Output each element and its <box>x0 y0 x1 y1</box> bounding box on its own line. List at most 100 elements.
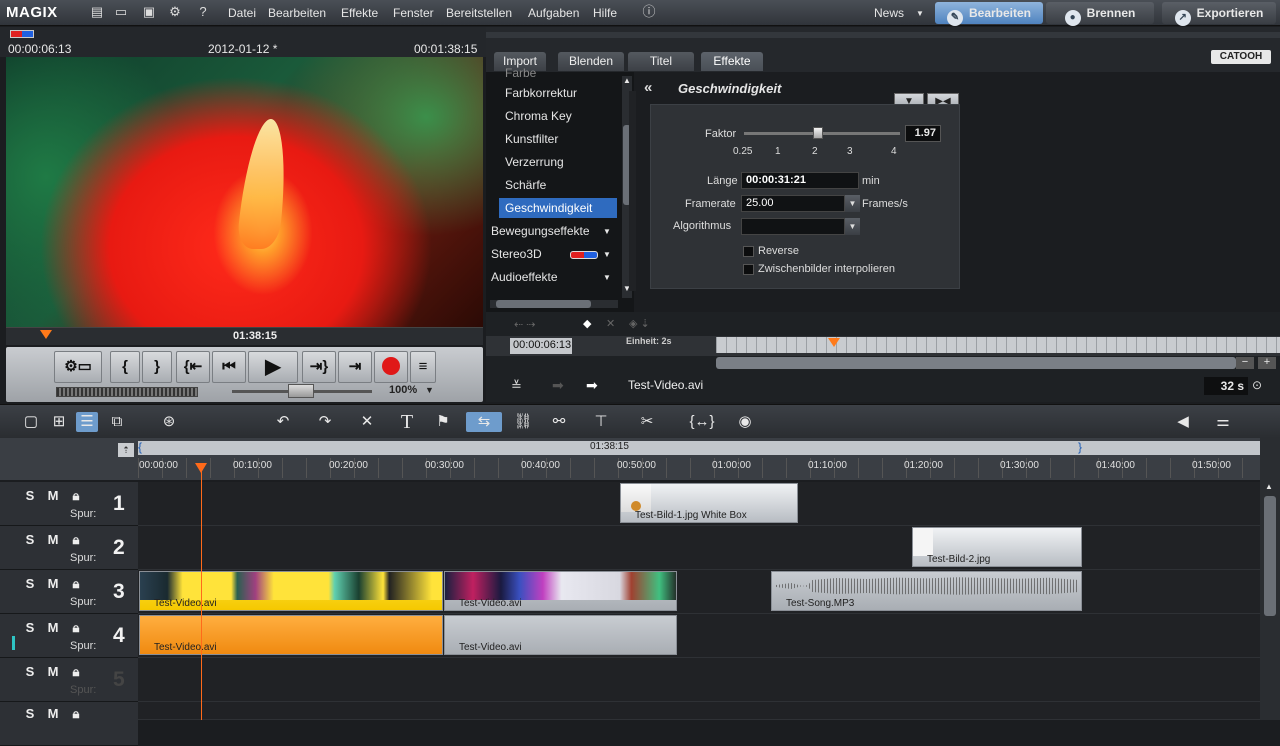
menu-bearbeiten[interactable]: Bearbeiten <box>268 6 326 20</box>
solo-button[interactable]: S <box>22 620 38 635</box>
zoom-dropdown-icon[interactable]: ▼ <box>425 385 434 395</box>
chevron-down-icon[interactable]: ▼ <box>603 250 611 259</box>
timeline-scroll-thumb[interactable] <box>1264 496 1276 616</box>
back-double-chevron-icon[interactable]: « <box>644 79 652 96</box>
menu-datei[interactable]: Datei <box>228 6 256 20</box>
info-icon[interactable]: ⓘ <box>640 3 658 21</box>
solo-button[interactable]: S <box>22 488 38 503</box>
effect-item-schaerfe[interactable]: Schärfe <box>505 178 546 192</box>
lock-icon[interactable]: 🔒︎ <box>68 620 84 635</box>
effect-item-geschwindigkeit[interactable]: Geschwindigkeit <box>499 198 617 218</box>
solo-button[interactable]: S <box>22 576 38 591</box>
preview-position-bar[interactable]: 01:38:15 <box>6 327 483 345</box>
playhead-line[interactable] <box>201 464 202 720</box>
split-icon[interactable]: ⊤ <box>590 412 612 432</box>
timeline-ruler[interactable]: { } 01:38:15 00:00:00 00:10:00 00:20:00 … <box>138 438 1260 480</box>
mute-button[interactable]: M <box>45 576 61 591</box>
group-link-icon[interactable]: ⛓ <box>512 412 534 432</box>
mode-brennen-button[interactable]: ● Brennen <box>1046 2 1154 26</box>
menu-aufgaben[interactable]: Aufgaben <box>528 6 579 20</box>
undo-icon[interactable]: ↶ <box>272 412 294 432</box>
category-bewegungseffekte[interactable]: Bewegungseffekte <box>491 224 590 238</box>
range-bar[interactable] <box>138 441 1260 455</box>
mute-button[interactable]: M <box>45 706 61 721</box>
go-to-out-button[interactable]: ⇥} <box>302 351 336 383</box>
go-to-end-button[interactable]: ⇥ <box>338 351 372 383</box>
effects-hscroll-thumb[interactable] <box>496 300 591 308</box>
image-clip[interactable]: Test-Bild-1.jpg White Box <box>620 483 798 523</box>
track-lane-6[interactable] <box>138 702 1260 720</box>
tab-blenden[interactable]: Blenden <box>558 52 624 71</box>
mode-exportieren-button[interactable]: ↗ Exportieren <box>1162 2 1276 26</box>
storyboard-view-icon[interactable]: ⧉ <box>106 412 128 432</box>
effect-item-partial[interactable]: Farbe <box>505 66 536 80</box>
arrow-left-icon[interactable]: ➡ <box>552 377 564 394</box>
view-eye-icon[interactable]: ◉ <box>734 412 756 432</box>
title-icon[interactable]: T <box>396 412 418 432</box>
chevron-down-icon[interactable]: ▼ <box>603 273 611 282</box>
interpolate-checkbox[interactable] <box>743 264 754 275</box>
tab-effekte[interactable]: Effekte <box>701 52 763 71</box>
catooh-logo[interactable]: CATOOH <box>1211 50 1271 64</box>
ungroup-link-icon[interactable]: ⚯ <box>548 412 570 432</box>
zoom-out-button[interactable]: − <box>1236 357 1254 369</box>
lock-icon[interactable]: 🔒︎ <box>68 576 84 591</box>
lock-icon[interactable]: 🔒︎ <box>68 488 84 503</box>
marker-flag-icon[interactable]: ⚑ <box>432 412 454 432</box>
new-file-icon[interactable]: ▤ <box>88 3 106 21</box>
video-clip[interactable]: Test-Video.avi <box>444 571 677 611</box>
preview-position-marker[interactable] <box>40 330 52 339</box>
tab-titel[interactable]: Titel <box>628 52 694 71</box>
help-pointer-icon[interactable]: ? <box>194 3 212 21</box>
audio-clip[interactable]: Test-Video.avi <box>139 615 443 655</box>
collapse-chevron-icon[interactable]: ≚ <box>511 378 522 394</box>
redo-icon[interactable]: ↷ <box>314 412 336 432</box>
scroll-up-icon[interactable]: ▲ <box>1265 482 1273 491</box>
razor-icon[interactable]: ✂ <box>636 412 658 432</box>
keyframe-hscrollbar[interactable] <box>716 357 1236 369</box>
menu-hilfe[interactable]: Hilfe <box>593 6 617 20</box>
save-icon[interactable]: ▣ <box>140 3 158 21</box>
mode-bearbeiten-button[interactable]: ✎ Bearbeiten <box>935 2 1043 26</box>
record-button[interactable] <box>374 351 408 383</box>
jog-shuttle[interactable] <box>56 387 198 397</box>
mouse-mode-icon[interactable]: ⊛ <box>158 412 180 432</box>
effect-item-kunstfilter[interactable]: Kunstfilter <box>505 132 558 146</box>
keyframe-options-icon[interactable]: ◈ ⇣ <box>629 317 650 330</box>
ripple-mode-icon[interactable]: ⇆ <box>466 412 502 432</box>
menu-bereitstellen[interactable]: Bereitstellen <box>446 6 512 20</box>
mixer-icon[interactable]: ⚌ <box>1212 412 1234 432</box>
add-keyframe-icon[interactable]: ◆ <box>583 317 591 330</box>
range-start-bracket[interactable]: { <box>138 440 142 454</box>
range-end-bracket[interactable]: } <box>1078 440 1082 454</box>
category-audioeffekte[interactable]: Audioeffekte <box>491 270 558 284</box>
mute-button[interactable]: M <box>45 664 61 679</box>
keyframe-ruler-scale[interactable] <box>716 337 1280 353</box>
length-field[interactable]: 00:00:31:21 <box>741 172 859 189</box>
mute-button[interactable]: M <box>45 488 61 503</box>
mute-button[interactable]: M <box>45 620 61 635</box>
open-folder-icon[interactable]: ▭ <box>112 3 130 21</box>
speaker-icon[interactable]: ◀ <box>1172 412 1194 432</box>
fit-range-icon[interactable]: {↔} <box>684 412 720 432</box>
effect-item-farbkorrektur[interactable]: Farbkorrektur <box>505 86 577 100</box>
solo-button[interactable]: S <box>22 664 38 679</box>
chevron-down-icon[interactable]: ▼ <box>603 227 611 236</box>
keyframe-nav-icon[interactable]: ⇠ ⇢ <box>514 318 536 331</box>
stereo3d-icon[interactable] <box>10 30 34 38</box>
scroll-up-icon[interactable]: ▲ <box>623 76 631 85</box>
preview-options-button[interactable]: ⚙▭ <box>54 351 102 383</box>
delete-icon[interactable]: ✕ <box>356 412 378 432</box>
timeline-vscrollbar[interactable]: ▲ <box>1260 438 1280 720</box>
menu-fenster[interactable]: Fenster <box>393 6 434 20</box>
image-clip[interactable]: Test-Bild-2.jpg <box>912 527 1082 567</box>
zoom-in-button[interactable]: + <box>1258 357 1276 369</box>
timeline-view-icon[interactable]: ☰ <box>76 412 98 432</box>
delete-keyframe-icon[interactable]: ✕ <box>606 317 615 330</box>
grid-view-icon[interactable]: ⊞ <box>48 412 70 432</box>
news-dropdown-icon[interactable]: ▼ <box>916 9 924 18</box>
solo-button[interactable]: S <box>22 532 38 547</box>
zoom-level[interactable]: 100% <box>389 384 417 396</box>
category-stereo3d[interactable]: Stereo3D <box>491 247 542 261</box>
algorithm-select[interactable] <box>741 218 845 235</box>
